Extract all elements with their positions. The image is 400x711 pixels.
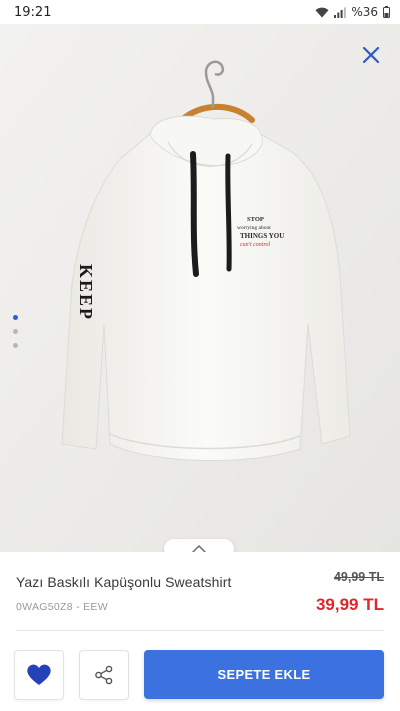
status-time: 19:21: [14, 4, 52, 20]
pagination-dot-2[interactable]: [13, 329, 18, 334]
status-bar: 19:21 %36: [0, 0, 400, 24]
expand-details-tab[interactable]: [164, 539, 234, 552]
share-icon: [95, 665, 113, 685]
bottom-action-bar: SEPETE EKLE: [0, 636, 400, 711]
wifi-icon: [315, 7, 329, 18]
heart-icon: [27, 664, 51, 685]
pagination-dot-3[interactable]: [13, 343, 18, 348]
close-icon: [362, 46, 380, 64]
chevron-up-icon: [192, 545, 206, 552]
gallery-pagination: [13, 315, 18, 348]
print-line-3: THINGS YOU: [240, 232, 284, 240]
old-price: 49,99 TL: [333, 570, 384, 584]
product-code: 0WAG50Z8 - EEW: [16, 601, 108, 613]
pagination-dot-1[interactable]: [13, 315, 18, 320]
sale-price: 39,99 TL: [315, 595, 384, 614]
share-button[interactable]: [79, 650, 129, 700]
battery-text: %36: [351, 5, 378, 19]
print-line-1: STOP: [247, 216, 264, 223]
divider: [16, 630, 384, 631]
close-button[interactable]: [360, 44, 382, 66]
add-to-cart-button[interactable]: SEPETE EKLE: [144, 650, 384, 699]
sleeve-print-text: KEEP: [76, 264, 96, 321]
product-title: Yazı Baskılı Kapüşonlu Sweatshirt: [16, 574, 232, 590]
product-image: KEEP STOP worrying about THINGS YOU can'…: [0, 24, 400, 552]
print-line-4: can't control: [240, 242, 271, 248]
status-icons: %36: [315, 5, 390, 19]
print-line-2: worrying about: [237, 225, 271, 231]
signal-icon: [334, 7, 347, 18]
favorite-button[interactable]: [14, 650, 64, 700]
battery-icon: [383, 6, 390, 18]
product-image-gallery[interactable]: KEEP STOP worrying about THINGS YOU can'…: [0, 24, 400, 552]
